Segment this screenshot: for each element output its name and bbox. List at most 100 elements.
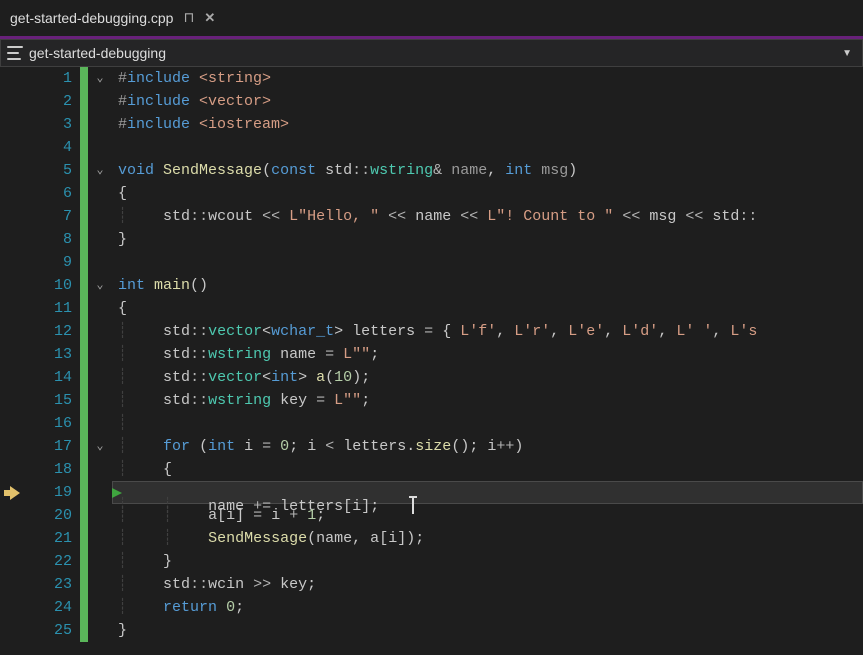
change-marker [80, 527, 88, 550]
gutter-row[interactable] [0, 320, 30, 343]
gutter-row[interactable] [0, 274, 30, 297]
code-area[interactable]: #include <string>#include <vector>#inclu… [112, 67, 863, 655]
gutter-row[interactable] [0, 573, 30, 596]
close-icon[interactable]: ✕ [204, 10, 215, 26]
gutter-row[interactable] [0, 90, 30, 113]
gutter-row[interactable] [0, 619, 30, 642]
fold-toggle [88, 251, 112, 274]
code-editor[interactable]: 1234567891011121314151617181920212223242… [0, 67, 863, 655]
code-line[interactable]: ┊ return 0; [112, 596, 863, 619]
change-marker [80, 619, 88, 642]
code-line[interactable]: ┊ [112, 412, 863, 435]
gutter-row[interactable] [0, 596, 30, 619]
code-line[interactable]: void SendMessage(const std::wstring& nam… [112, 159, 863, 182]
code-line[interactable]: { [112, 297, 863, 320]
fold-toggle[interactable]: ⌄ [88, 67, 112, 90]
line-number: 25 [30, 619, 80, 642]
change-marker [80, 343, 88, 366]
fold-toggle[interactable]: ⌄ [88, 274, 112, 297]
line-number: 1 [30, 67, 80, 90]
gutter-row[interactable] [0, 251, 30, 274]
fold-toggle [88, 113, 112, 136]
fold-toggle[interactable]: ⌄ [88, 435, 112, 458]
file-tab[interactable]: get-started-debugging.cpp ⊓ ✕ [0, 0, 225, 35]
fold-toggle [88, 90, 112, 113]
fold-toggle [88, 527, 112, 550]
line-number: 18 [30, 458, 80, 481]
code-line[interactable]: } [112, 228, 863, 251]
line-number: 3 [30, 113, 80, 136]
gutter-row[interactable] [0, 182, 30, 205]
line-number: 2 [30, 90, 80, 113]
fold-toggle [88, 297, 112, 320]
code-line[interactable]: ┊ { [112, 458, 863, 481]
line-number: 6 [30, 182, 80, 205]
fold-toggle [88, 550, 112, 573]
code-line[interactable]: int main() [112, 274, 863, 297]
gutter-row[interactable] [0, 389, 30, 412]
fold-toggle[interactable]: ⌄ [88, 159, 112, 182]
code-line[interactable]: #include <vector> [112, 90, 863, 113]
gutter-row[interactable] [0, 228, 30, 251]
line-number: 9 [30, 251, 80, 274]
gutter-row[interactable] [0, 481, 30, 504]
line-number: 24 [30, 596, 80, 619]
navigation-bar[interactable]: get-started-debugging ▼ [0, 39, 863, 67]
scope-icon [7, 46, 23, 60]
chevron-down-icon[interactable]: ▼ [842, 48, 852, 59]
gutter-row[interactable] [0, 136, 30, 159]
line-number: 21 [30, 527, 80, 550]
change-marker [80, 481, 88, 504]
fold-gutter[interactable]: ⌄ ⌄ ⌄ ⌄ [88, 67, 112, 655]
gutter-row[interactable] [0, 159, 30, 182]
change-marker [80, 596, 88, 619]
code-line[interactable]: ┊ } [112, 550, 863, 573]
code-line[interactable]: ┊ std::wcin >> key; [112, 573, 863, 596]
code-line[interactable]: ┊ std::wstring key = L""; [112, 389, 863, 412]
gutter-row[interactable] [0, 412, 30, 435]
line-number: 16 [30, 412, 80, 435]
breakpoint-gutter[interactable] [0, 67, 30, 655]
code-line[interactable]: { [112, 182, 863, 205]
code-line[interactable] [112, 136, 863, 159]
navigation-scope[interactable]: get-started-debugging [29, 45, 836, 61]
gutter-row[interactable] [0, 113, 30, 136]
code-line[interactable]: } [112, 619, 863, 642]
code-line[interactable]: #include <iostream> [112, 113, 863, 136]
change-marker [80, 136, 88, 159]
pin-icon[interactable]: ⊓ [183, 9, 194, 26]
code-line[interactable]: ┊ std::vector<int> a(10); [112, 366, 863, 389]
line-number: 4 [30, 136, 80, 159]
gutter-row[interactable] [0, 343, 30, 366]
code-line[interactable]: ┊ for (int i = 0; i < letters.size(); i+… [112, 435, 863, 458]
change-marker [80, 573, 88, 596]
code-line[interactable] [112, 251, 863, 274]
code-line[interactable]: ┊ std::vector<wchar_t> letters = { L'f',… [112, 320, 863, 343]
gutter-row[interactable] [0, 435, 30, 458]
change-indicator [80, 67, 88, 655]
gutter-row[interactable] [0, 504, 30, 527]
code-line[interactable]: #include <string> [112, 67, 863, 90]
code-line[interactable]: ┊ std::wcout << L"Hello, " << name << L"… [112, 205, 863, 228]
fold-toggle [88, 228, 112, 251]
gutter-row[interactable] [0, 297, 30, 320]
gutter-row[interactable] [0, 458, 30, 481]
fold-toggle [88, 504, 112, 527]
fold-toggle [88, 412, 112, 435]
line-number: 14 [30, 366, 80, 389]
fold-toggle [88, 573, 112, 596]
change-marker [80, 389, 88, 412]
change-marker [80, 205, 88, 228]
change-marker [80, 182, 88, 205]
change-marker [80, 113, 88, 136]
gutter-row[interactable] [0, 205, 30, 228]
change-marker [80, 458, 88, 481]
code-line[interactable]: ┊ ┊ SendMessage(name, a[i]); [112, 527, 863, 550]
gutter-row[interactable] [0, 527, 30, 550]
code-line[interactable]: ┊ ┊ a[i] = i + 1; [112, 504, 863, 527]
gutter-row[interactable] [0, 67, 30, 90]
gutter-row[interactable] [0, 366, 30, 389]
gutter-row[interactable] [0, 550, 30, 573]
change-marker [80, 320, 88, 343]
code-line[interactable]: ┊ std::wstring name = L""; [112, 343, 863, 366]
